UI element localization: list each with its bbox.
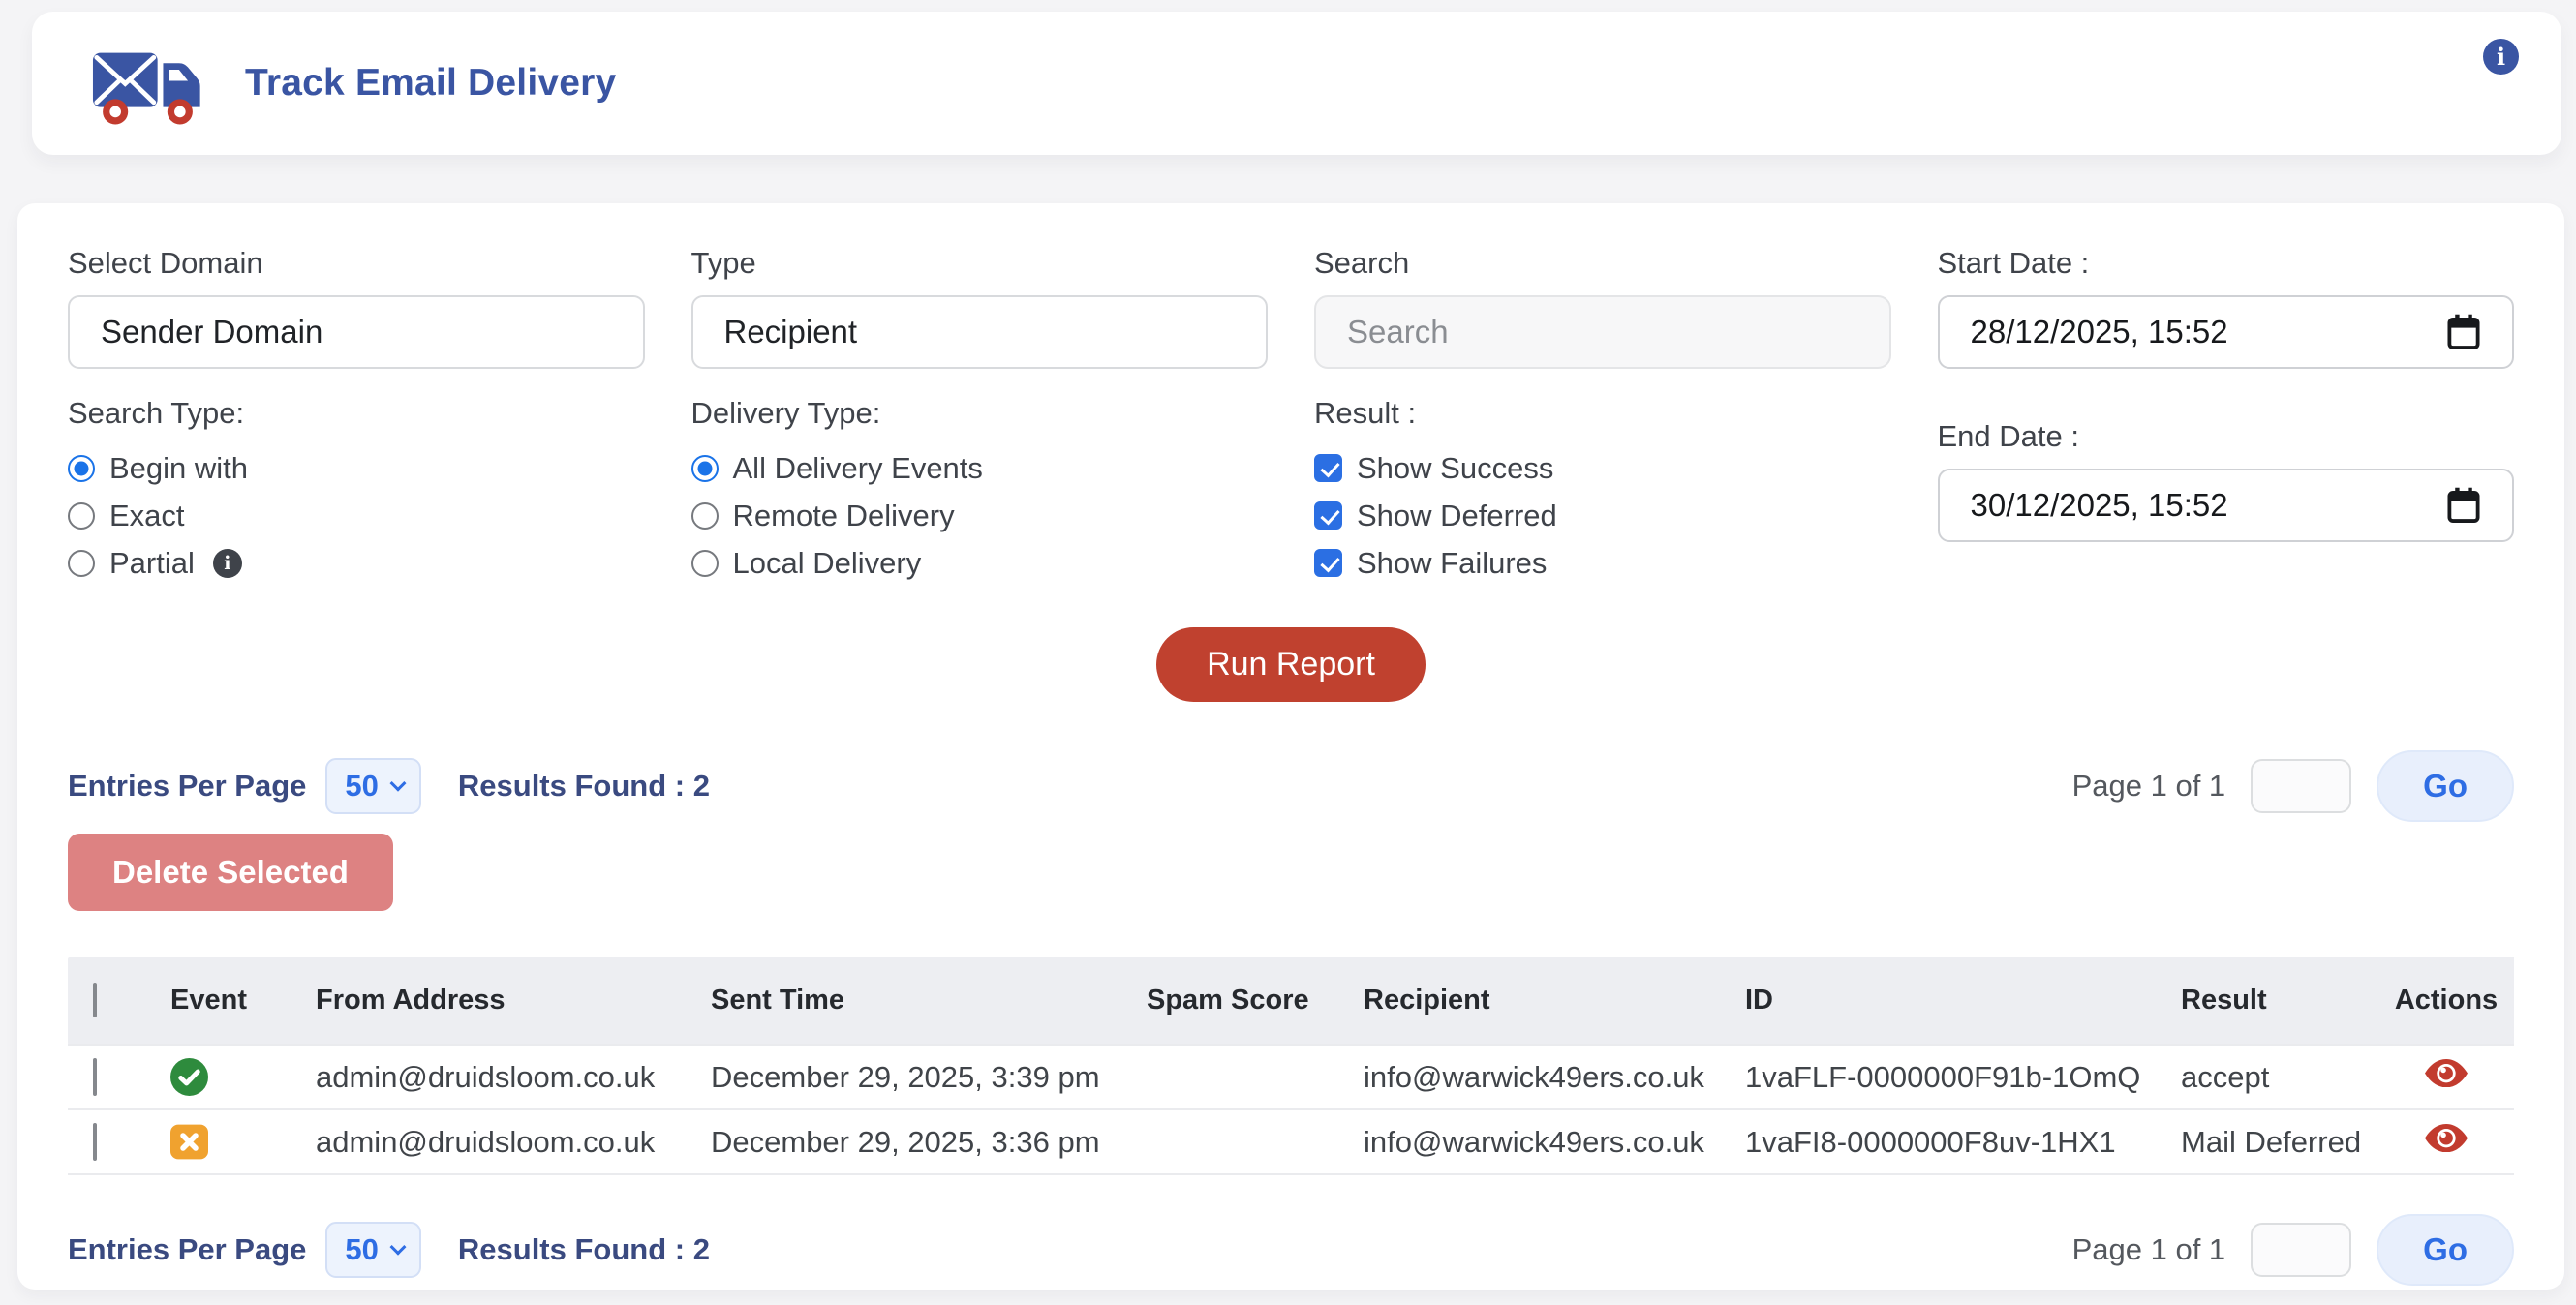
page-title: Track Email Delivery (245, 62, 616, 105)
checkbox-icon[interactable] (1314, 549, 1342, 577)
page-info-text: Page 1 of 1 (2072, 1232, 2226, 1267)
end-date-input[interactable]: 30/12/2025, 15:52 (1938, 469, 2515, 542)
page-header: Track Email Delivery i (32, 12, 2561, 155)
cell-from: admin@druidsloom.co.uk (291, 1109, 686, 1174)
cell-sent-time: December 29, 2025, 3:39 pm (686, 1045, 1121, 1109)
end-date-label: End Date : (1938, 419, 2515, 454)
cell-spam-score (1121, 1045, 1338, 1109)
success-check-circle-icon (170, 1058, 208, 1096)
radio-icon[interactable] (68, 550, 95, 577)
start-date-value: 28/12/2025, 15:52 (1971, 314, 2228, 350)
radio-icon[interactable] (691, 502, 719, 530)
search-type-label: Search Type: (68, 396, 645, 431)
checkbox-show-success[interactable]: Show Success (1314, 444, 1891, 492)
type-label: Type (691, 246, 1269, 281)
radio-icon[interactable] (68, 502, 95, 530)
go-button[interactable]: Go (2377, 1214, 2514, 1286)
type-select[interactable]: Recipient (691, 295, 1269, 369)
view-details-eye-icon[interactable] (2425, 1059, 2468, 1088)
entries-per-page-select[interactable]: 50 (325, 1222, 420, 1278)
col-recipient: Recipient (1338, 957, 1720, 1045)
type-value: Recipient (724, 314, 858, 350)
checkbox-icon[interactable] (1314, 501, 1342, 530)
radio-remote-delivery[interactable]: Remote Delivery (691, 492, 1269, 539)
start-date-label: Start Date : (1938, 246, 2515, 281)
col-result: Result (2156, 957, 2378, 1045)
row-checkbox[interactable] (93, 1058, 97, 1096)
row-checkbox[interactable] (93, 1123, 97, 1161)
entries-per-page-select[interactable]: 50 (325, 758, 420, 814)
view-details-eye-icon[interactable] (2425, 1124, 2468, 1153)
search-input[interactable] (1347, 314, 1858, 350)
delivery-type-label: Delivery Type: (691, 396, 1269, 431)
cell-from: admin@druidsloom.co.uk (291, 1045, 686, 1109)
page-number-input[interactable] (2251, 1223, 2351, 1277)
col-spam-score: Spam Score (1121, 957, 1338, 1045)
radio-icon[interactable] (68, 455, 95, 482)
cell-id: 1vaFLF-0000000F91b-1OmQ (1720, 1045, 2156, 1109)
page-info-text: Page 1 of 1 (2072, 769, 2226, 804)
result-label: Result : (1314, 396, 1891, 431)
select-all-checkbox[interactable] (93, 983, 97, 1017)
cell-result: Mail Deferred (2156, 1109, 2378, 1174)
cell-recipient: info@warwick49ers.co.uk (1338, 1109, 1720, 1174)
delete-selected-button[interactable]: Delete Selected (68, 834, 393, 911)
entries-per-page-label: Entries Per Page (68, 769, 306, 804)
cell-spam-score (1121, 1109, 1338, 1174)
start-date-input[interactable]: 28/12/2025, 15:52 (1938, 295, 2515, 369)
partial-info-icon[interactable]: i (213, 549, 242, 578)
run-report-button[interactable]: Run Report (1156, 627, 1426, 702)
deferred-x-square-icon (170, 1123, 208, 1161)
select-domain-select[interactable]: Sender Domain (68, 295, 645, 369)
radio-all-delivery-events[interactable]: All Delivery Events (691, 444, 1269, 492)
col-actions: Actions (2378, 957, 2514, 1045)
col-event: Event (145, 957, 291, 1045)
cell-result: accept (2156, 1045, 2378, 1109)
filter-form: Select Domain Sender Domain Search Type:… (68, 246, 2514, 587)
table-row: admin@druidsloom.co.uk December 29, 2025… (68, 1045, 2514, 1109)
radio-icon[interactable] (691, 550, 719, 577)
radio-exact[interactable]: Exact (68, 492, 645, 539)
go-button[interactable]: Go (2377, 750, 2514, 822)
info-icon[interactable]: i (2483, 39, 2519, 75)
table-header-row: Event From Address Sent Time Spam Score … (68, 957, 2514, 1045)
delivery-events-table: Event From Address Sent Time Spam Score … (68, 957, 2514, 1175)
cell-recipient: info@warwick49ers.co.uk (1338, 1045, 1720, 1109)
checkbox-show-deferred[interactable]: Show Deferred (1314, 492, 1891, 539)
select-domain-label: Select Domain (68, 246, 645, 281)
end-date-value: 30/12/2025, 15:52 (1971, 487, 2228, 524)
cell-id: 1vaFI8-0000000F8uv-1HX1 (1720, 1109, 2156, 1174)
radio-begin-with[interactable]: Begin with (68, 444, 645, 492)
mail-truck-icon (92, 41, 204, 126)
checkbox-show-failures[interactable]: Show Failures (1314, 539, 1891, 587)
cell-sent-time: December 29, 2025, 3:36 pm (686, 1109, 1121, 1174)
report-panel: Select Domain Sender Domain Search Type:… (17, 203, 2564, 1290)
col-from-address: From Address (291, 957, 686, 1045)
radio-local-delivery[interactable]: Local Delivery (691, 539, 1269, 587)
col-id: ID (1720, 957, 2156, 1045)
page-number-input[interactable] (2251, 759, 2351, 813)
chevron-down-icon (389, 1239, 406, 1256)
radio-icon[interactable] (691, 455, 719, 482)
table-row: admin@druidsloom.co.uk December 29, 2025… (68, 1109, 2514, 1174)
select-domain-value: Sender Domain (101, 314, 322, 350)
search-field (1314, 295, 1891, 369)
calendar-icon (2446, 314, 2481, 350)
col-sent-time: Sent Time (686, 957, 1121, 1045)
entries-per-page-label: Entries Per Page (68, 1232, 306, 1267)
results-found-text: Results Found : 2 (458, 769, 710, 804)
calendar-icon (2446, 487, 2481, 524)
results-found-text: Results Found : 2 (458, 1232, 710, 1267)
chevron-down-icon (389, 775, 406, 792)
radio-partial[interactable]: Partial i (68, 539, 645, 587)
search-label: Search (1314, 246, 1891, 281)
checkbox-icon[interactable] (1314, 454, 1342, 482)
